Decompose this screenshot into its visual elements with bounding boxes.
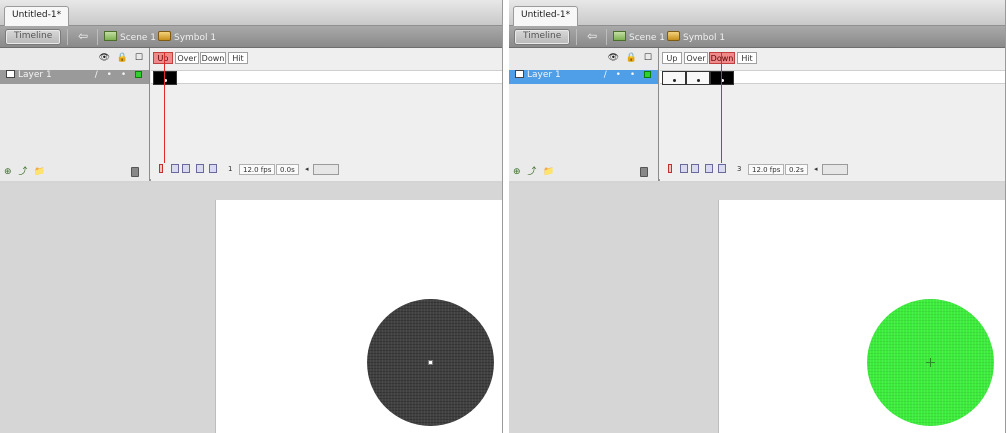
layer-icon [6,70,15,78]
keyframe-dot [697,79,700,82]
divider [576,29,577,45]
current-frame: 1 [228,165,233,173]
breadcrumb-symbol[interactable]: Symbol 1 [158,31,216,45]
stage[interactable] [215,200,502,433]
frame-rate[interactable]: 12.0 fps [239,164,276,175]
frame-label-over[interactable]: Over [684,52,708,64]
frame-label-down[interactable]: Down [200,52,226,64]
edit-multiple-frames-icon[interactable] [196,164,204,173]
playhead-line[interactable] [721,52,722,163]
frame-label-hit[interactable]: Hit [737,52,757,64]
breadcrumb-scene-label: Scene 1 [629,33,666,43]
breadcrumb-scene-label: Scene 1 [120,33,157,43]
back-arrow-icon[interactable]: ⇦ [74,30,92,44]
layer-header-icons[interactable]: 👁 🔒 ☐ [608,53,654,63]
registration-point [428,360,433,365]
onion-skin-icon[interactable] [680,164,688,173]
timeline-status-bar: 1 12.0 fps 0.0s ◂ [151,164,502,177]
center-frame-icon[interactable] [159,164,163,173]
playhead-line[interactable] [164,52,165,163]
frame-label-up[interactable]: Up [153,52,173,64]
layers-column: 👁 🔒 ☐ Layer 1 / • • ⊕ ⤴ 📁 [0,48,150,181]
scroll-left-icon[interactable]: ◂ [305,165,309,173]
elapsed-time: 0.0s [276,164,299,175]
horizontal-scrollbar[interactable] [822,164,848,175]
breadcrumb-symbol[interactable]: Symbol 1 [667,31,725,45]
outline-color-icon[interactable] [644,71,651,78]
breadcrumb-symbol-label: Symbol 1 [174,33,217,43]
layer-header-icons[interactable]: 👁 🔒 ☐ [99,53,145,63]
keyframe-dot [673,79,676,82]
stage[interactable] [718,200,1005,433]
edit-bar: Timeline ⇦ Scene 1 Symbol 1 [0,26,502,48]
layer-name: Layer 1 [18,70,52,80]
symbol-icon [667,31,680,41]
keyframe[interactable] [662,71,686,85]
breadcrumb-scene[interactable]: Scene 1 [104,31,156,45]
center-frame-icon[interactable] [668,164,672,173]
keyframe[interactable] [710,71,734,85]
scene-icon [613,31,626,41]
edit-multiple-frames-icon[interactable] [705,164,713,173]
onion-skin-outlines-icon[interactable] [182,164,190,173]
layer-visibility-controls[interactable]: / • • [604,70,651,80]
modify-markers-icon[interactable] [209,164,217,173]
timeline-panel: 👁 🔒 ☐ Layer 1 / • • ⊕ ⤴ 📁 Up Over Down H… [509,48,1005,181]
frames-column: Up Over Down Hit 1 12.0 fps 0.0s ◂ [151,48,502,181]
back-arrow-icon[interactable]: ⇦ [583,30,601,44]
frame-label-hit[interactable]: Hit [228,52,248,64]
document-tab-bar: Untitled-1* [0,0,502,26]
timeline-panel: 👁 🔒 ☐ Layer 1 / • • ⊕ ⤴ 📁 Up Over Down H… [0,48,502,181]
layer-visibility-controls[interactable]: / • • [95,70,142,80]
outline-color-icon[interactable] [135,71,142,78]
modify-markers-icon[interactable] [718,164,726,173]
current-frame: 3 [737,165,742,173]
keyframe[interactable] [153,71,177,85]
layer-row[interactable]: Layer 1 / • • [509,70,658,84]
add-layer-icons[interactable]: ⊕ ⤴ 📁 [513,164,556,177]
onion-skin-outlines-icon[interactable] [691,164,699,173]
add-layer-icons[interactable]: ⊕ ⤴ 📁 [4,164,47,177]
frame-rate[interactable]: 12.0 fps [748,164,785,175]
document-tab[interactable]: Untitled-1* [513,6,579,26]
document-tab[interactable]: Untitled-1* [4,6,70,26]
edit-bar: Timeline ⇦ Scene 1 Symbol 1 [509,26,1005,48]
frame-label-down[interactable]: Down [709,52,735,64]
crosshair-cursor-icon [926,358,935,367]
document-tab-bar: Untitled-1* [509,0,1005,26]
timeline-button[interactable]: Timeline [5,29,62,45]
frame-track[interactable] [151,70,502,85]
elapsed-time: 0.2s [785,164,808,175]
frame-header: Up Over Down Hit [660,52,1005,66]
left-flash-window: Untitled-1* Timeline ⇦ Scene 1 Symbol 1 … [0,0,503,433]
frame-label-up[interactable]: Up [662,52,682,64]
layer-icon [515,70,524,78]
frame-header: Up Over Down Hit [151,52,502,66]
layer-name: Layer 1 [527,70,561,80]
breadcrumb-scene[interactable]: Scene 1 [613,31,665,45]
divider [606,29,607,45]
scene-icon [104,31,117,41]
breadcrumb-symbol-label: Symbol 1 [683,33,726,43]
layers-column: 👁 🔒 ☐ Layer 1 / • • ⊕ ⤴ 📁 [509,48,659,181]
keyframe[interactable] [686,71,710,85]
divider [67,29,68,45]
layer-row[interactable]: Layer 1 / • • [0,70,149,84]
onion-skin-icon[interactable] [171,164,179,173]
right-flash-window: Untitled-1* Timeline ⇦ Scene 1 Symbol 1 … [509,0,1006,433]
trash-icon[interactable] [640,167,648,177]
frame-label-over[interactable]: Over [175,52,199,64]
timeline-button[interactable]: Timeline [514,29,571,45]
frames-column: Up Over Down Hit 3 12.0 fps 0.2s ◂ [660,48,1005,181]
horizontal-scrollbar[interactable] [313,164,339,175]
trash-icon[interactable] [131,167,139,177]
symbol-icon [158,31,171,41]
frame-track[interactable] [660,70,1005,85]
divider [97,29,98,45]
timeline-status-bar: 3 12.0 fps 0.2s ◂ [660,164,1005,177]
scroll-left-icon[interactable]: ◂ [814,165,818,173]
